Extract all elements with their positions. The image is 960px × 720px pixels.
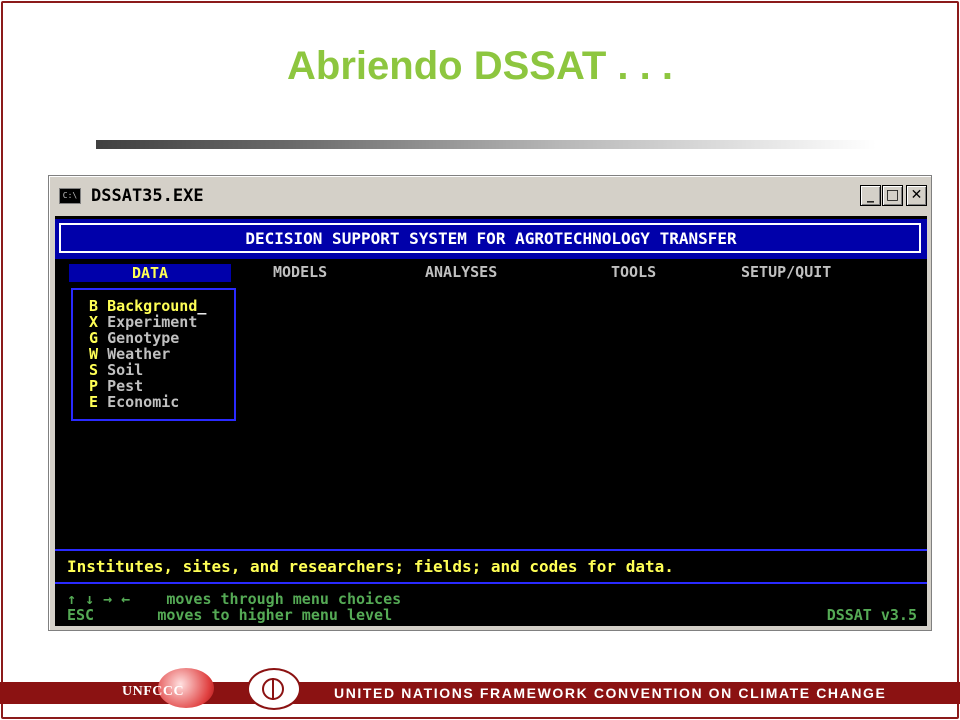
menu-item-setup-quit[interactable]: SETUP/QUIT	[741, 263, 831, 281]
title-rule	[96, 140, 876, 149]
text-cursor: _	[197, 297, 207, 315]
unfccc-logo-text: UNFCCC	[122, 684, 185, 699]
maximize-button[interactable]: □	[882, 185, 903, 206]
submenu-key: E	[89, 393, 99, 411]
menu-item-tools[interactable]: TOOLS	[611, 263, 656, 281]
system-header: DECISION SUPPORT SYSTEM FOR AGROTECHNOLO…	[245, 229, 737, 248]
slide-title: Abriendo DSSAT . . .	[287, 44, 673, 88]
submenu-item-pest[interactable]: P Pest	[89, 378, 143, 394]
footer-banner-text: UNITED NATIONS FRAMEWORK CONVENTION ON C…	[334, 685, 887, 701]
console-app-icon[interactable]: C:\	[59, 188, 81, 204]
window-titlebar[interactable]: C:\ DSSAT35.EXE _ □ ✕	[53, 180, 927, 212]
un-emblem-icon	[247, 668, 301, 710]
minimize-button[interactable]: _	[860, 185, 881, 206]
submenu-item-economic[interactable]: E Economic	[89, 394, 179, 410]
menu-item-data[interactable]: DATA	[69, 264, 231, 282]
console-screen[interactable]: DECISION SUPPORT SYSTEM FOR AGROTECHNOLO…	[55, 216, 927, 626]
divider-line	[55, 582, 927, 584]
esc-key-label: ESC	[67, 606, 95, 624]
version-label: DSSAT v3.5	[826, 606, 917, 624]
submenu-item-soil[interactable]: S Soil	[89, 362, 143, 378]
console-window: C:\ DSSAT35.EXE _ □ ✕ DECISION SUPPORT S…	[48, 175, 932, 631]
close-button[interactable]: ✕	[906, 185, 927, 206]
submenu-item-background[interactable]: B Background_	[89, 298, 206, 314]
window-title: DSSAT35.EXE	[91, 186, 204, 206]
menu-item-models[interactable]: MODELS	[273, 263, 327, 281]
divider-line	[55, 549, 927, 551]
submenu-label: Economic	[107, 393, 180, 411]
submenu-item-experiment[interactable]: X Experiment	[89, 314, 197, 330]
submenu-item-genotype[interactable]: G Genotype	[89, 330, 179, 346]
footer-hint: moves to higher menu level	[157, 606, 393, 624]
menu-item-analyses[interactable]: ANALYSES	[425, 263, 497, 281]
footer-line-esc: ESC moves to higher menu level	[67, 606, 392, 624]
help-text: Institutes, sites, and researchers; fiel…	[67, 557, 674, 576]
submenu-item-weather[interactable]: W Weather	[89, 346, 170, 362]
